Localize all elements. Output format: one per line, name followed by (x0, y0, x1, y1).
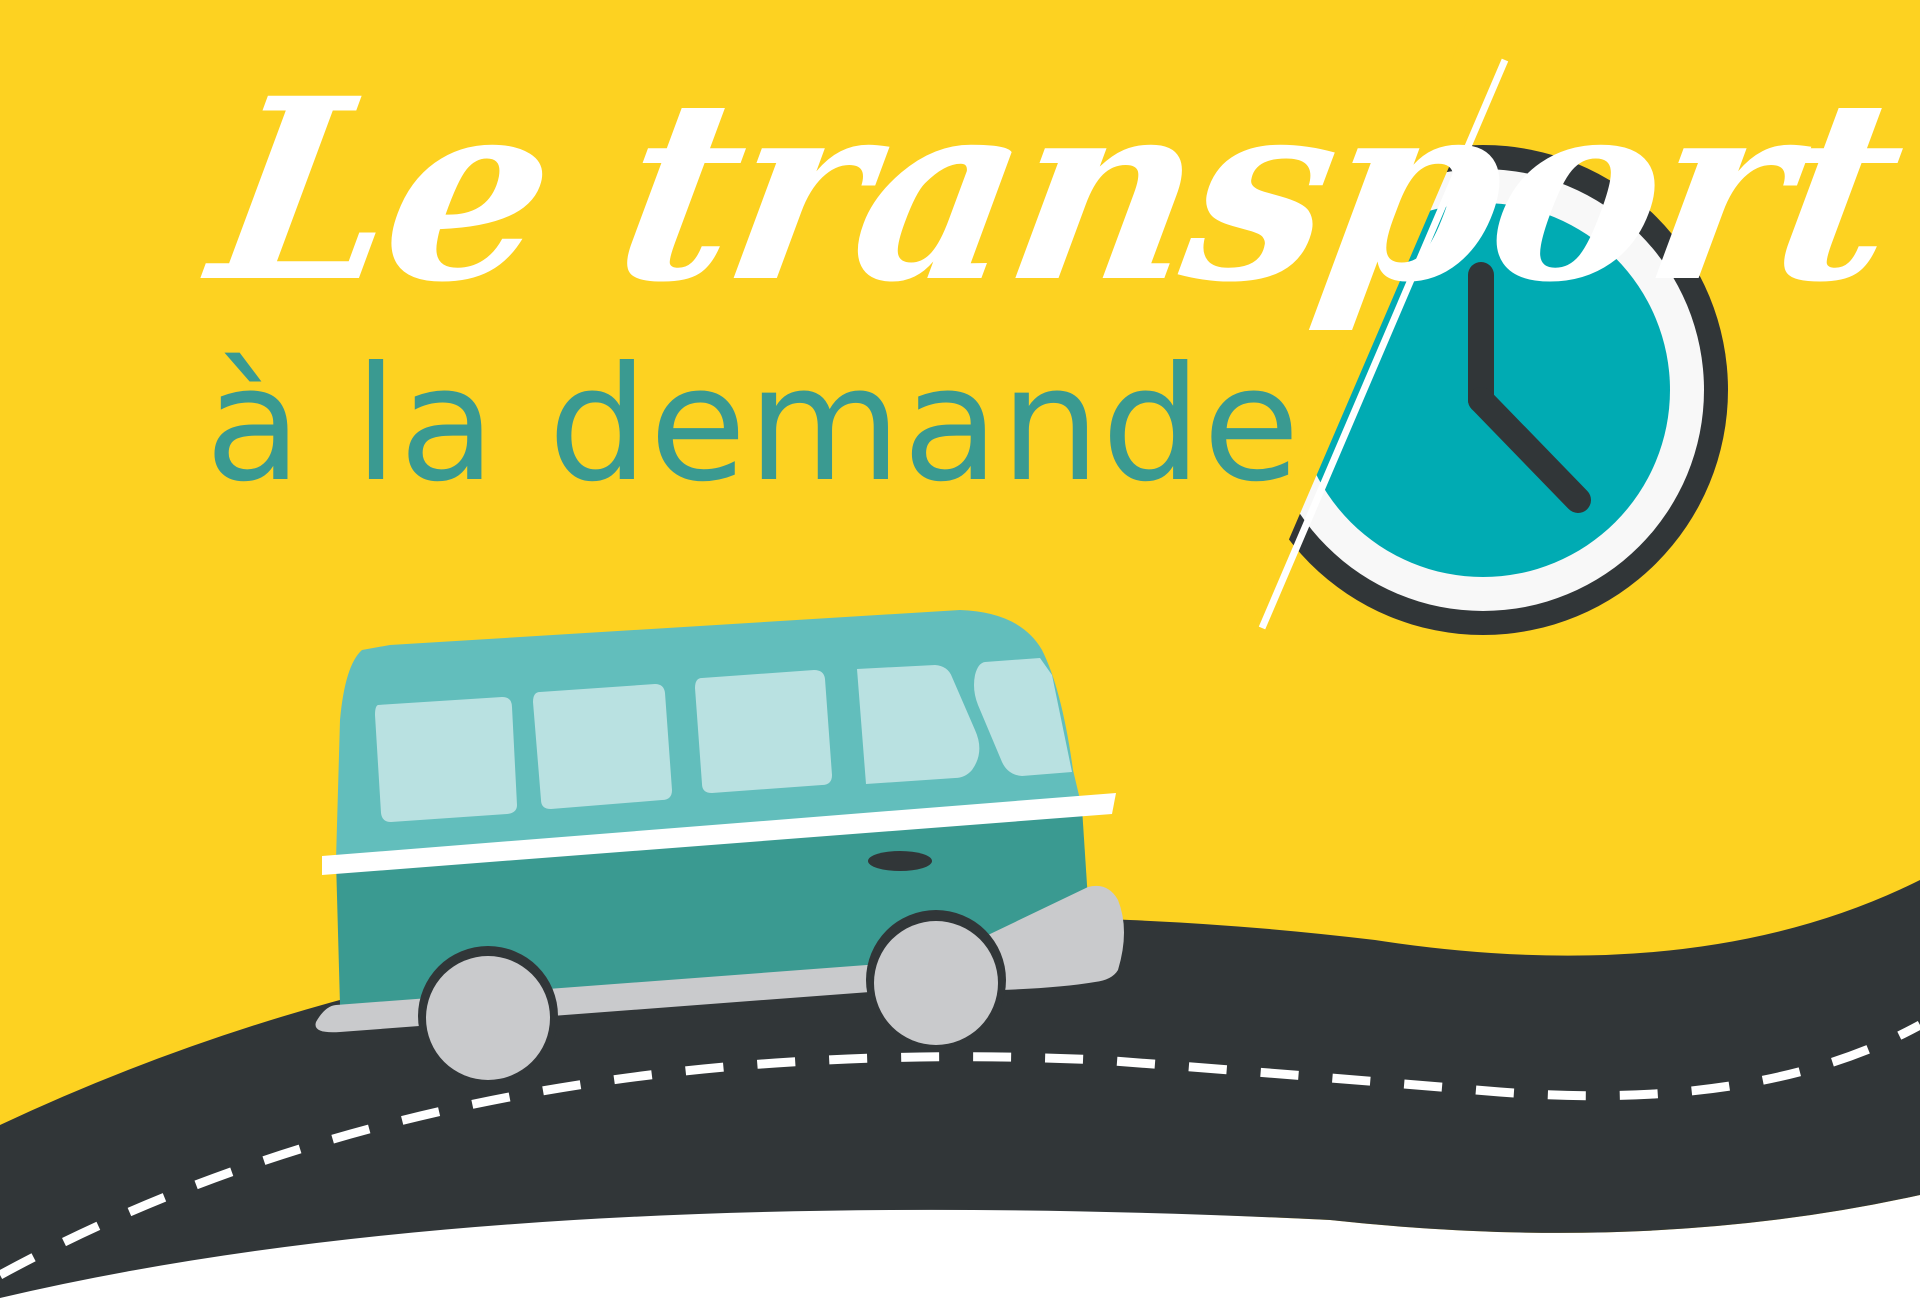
headline-script: Le transport (195, 43, 1918, 337)
headline-subtitle: à la demande (205, 333, 1301, 517)
bus-rear-wheel (426, 956, 550, 1080)
bus-window-2 (533, 684, 672, 809)
bus-front-wheel (874, 921, 998, 1045)
poster: Le transport à la demande (0, 0, 1920, 1298)
bus-window-3 (695, 670, 832, 793)
bus-window-1 (375, 697, 517, 822)
bus-door-handle (868, 851, 932, 871)
